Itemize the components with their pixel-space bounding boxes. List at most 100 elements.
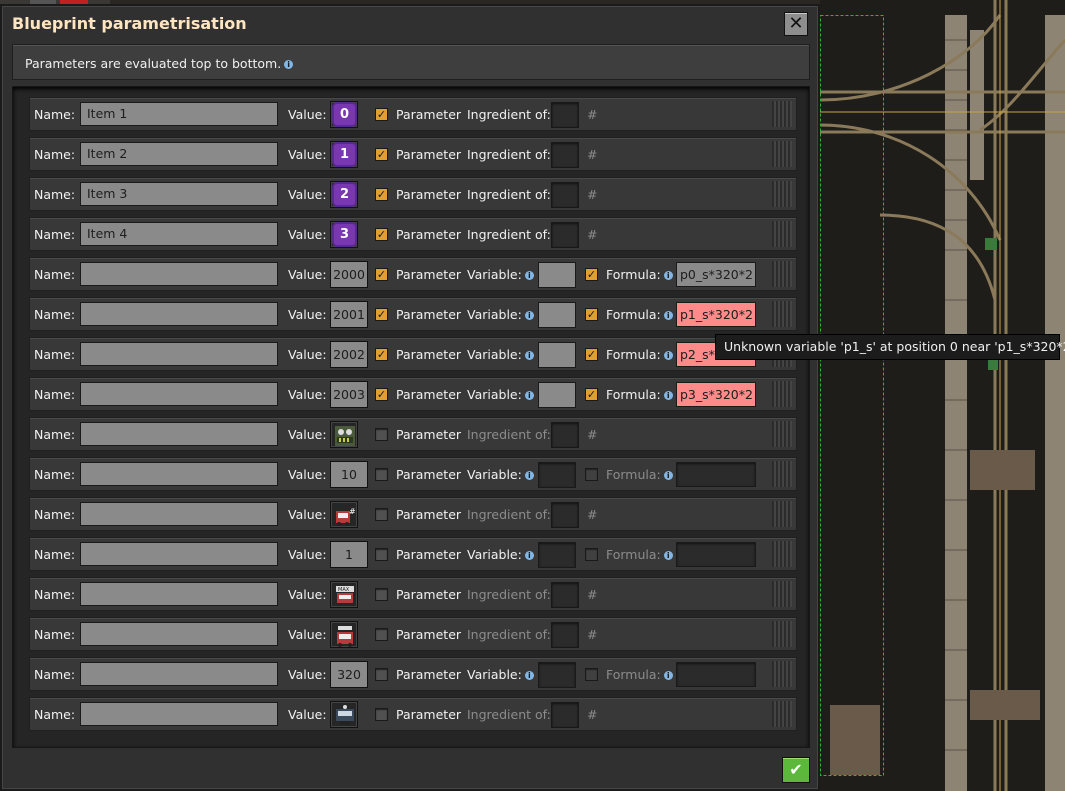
name-input[interactable]: Item 2 — [80, 142, 278, 166]
value-slot[interactable] — [330, 701, 358, 728]
drag-handle[interactable] — [772, 581, 792, 607]
info-icon[interactable]: i — [524, 271, 534, 280]
variable-input[interactable] — [538, 662, 576, 688]
variable-input[interactable] — [538, 542, 576, 568]
info-icon[interactable]: i — [663, 471, 673, 480]
formula-checkbox[interactable]: ✓ — [585, 308, 598, 321]
info-icon[interactable]: i — [524, 471, 534, 480]
ingredient-of-slot[interactable] — [551, 622, 579, 648]
variable-input[interactable] — [538, 342, 576, 368]
ingredient-of-slot[interactable] — [551, 102, 579, 128]
parameter-checkbox[interactable]: ✓ — [375, 348, 388, 361]
parameter-checkbox[interactable]: ✓ — [375, 108, 388, 121]
name-input[interactable] — [80, 582, 278, 606]
info-icon[interactable]: i — [524, 391, 534, 400]
parameter-checkbox[interactable] — [375, 708, 388, 721]
value-slot[interactable]: 3 — [330, 221, 358, 248]
info-icon[interactable]: i — [524, 671, 534, 680]
formula-checkbox[interactable] — [585, 668, 598, 681]
close-button[interactable]: ✕ — [784, 12, 808, 36]
ingredient-of-slot[interactable] — [551, 582, 579, 608]
variable-input[interactable] — [538, 262, 576, 288]
info-icon[interactable]: i — [663, 351, 673, 360]
drag-handle[interactable] — [772, 541, 792, 567]
parameter-checkbox[interactable]: ✓ — [375, 268, 388, 281]
drag-handle[interactable] — [772, 461, 792, 487]
ingredient-of-slot[interactable] — [551, 422, 579, 448]
formula-input[interactable] — [676, 542, 756, 567]
value-slot[interactable]: 0 — [330, 101, 358, 128]
parameter-checkbox[interactable] — [375, 508, 388, 521]
variable-input[interactable] — [538, 462, 576, 488]
value-number-field[interactable]: 10 — [330, 461, 368, 488]
formula-input[interactable] — [676, 662, 756, 687]
info-icon[interactable]: i — [663, 391, 673, 400]
value-slot[interactable]: 1 — [330, 141, 358, 168]
parameter-checkbox[interactable] — [375, 428, 388, 441]
info-icon[interactable]: i — [663, 271, 673, 280]
parameter-checkbox[interactable]: ✓ — [375, 388, 388, 401]
drag-handle[interactable] — [772, 261, 792, 287]
drag-handle[interactable] — [772, 421, 792, 447]
formula-input[interactable]: p1_s*320*2 — [676, 302, 756, 327]
value-slot[interactable]: # — [330, 501, 358, 528]
value-number-field[interactable]: 2003 — [330, 381, 368, 408]
name-input[interactable] — [80, 302, 278, 326]
parameter-checkbox[interactable] — [375, 628, 388, 641]
formula-input[interactable]: p3_s*320*2 — [676, 382, 756, 407]
name-input[interactable]: Item 1 — [80, 102, 278, 126]
info-icon[interactable]: i — [663, 551, 673, 560]
drag-handle[interactable] — [772, 661, 792, 687]
info-icon[interactable]: i — [663, 311, 673, 320]
name-input[interactable] — [80, 702, 278, 726]
ingredient-of-slot[interactable] — [551, 182, 579, 208]
name-input[interactable] — [80, 462, 278, 486]
drag-handle[interactable] — [772, 621, 792, 647]
parameter-checkbox[interactable]: ✓ — [375, 308, 388, 321]
drag-handle[interactable] — [772, 501, 792, 527]
value-number-field[interactable]: 320 — [330, 661, 368, 688]
info-icon[interactable]: i — [524, 551, 534, 560]
formula-checkbox[interactable] — [585, 468, 598, 481]
name-input[interactable] — [80, 622, 278, 646]
drag-handle[interactable] — [772, 181, 792, 207]
parameter-checkbox[interactable]: ✓ — [375, 188, 388, 201]
value-slot[interactable]: MAX — [330, 581, 358, 608]
value-number-field[interactable]: 2002 — [330, 341, 368, 368]
value-number-field[interactable]: 2000 — [330, 261, 368, 288]
value-slot[interactable] — [330, 621, 358, 648]
name-input[interactable] — [80, 422, 278, 446]
info-icon[interactable]: i — [524, 351, 534, 360]
parameter-checkbox[interactable]: ✓ — [375, 148, 388, 161]
ingredient-of-slot[interactable] — [551, 702, 579, 728]
drag-handle[interactable] — [772, 221, 792, 247]
name-input[interactable] — [80, 662, 278, 686]
value-number-field[interactable]: 1 — [330, 541, 368, 568]
variable-input[interactable] — [538, 302, 576, 328]
formula-input[interactable] — [676, 462, 756, 487]
drag-handle[interactable] — [772, 101, 792, 127]
ingredient-of-slot[interactable] — [551, 142, 579, 168]
name-input[interactable]: Item 3 — [80, 182, 278, 206]
variable-input[interactable] — [538, 382, 576, 408]
drag-handle[interactable] — [772, 701, 792, 727]
ingredient-of-slot[interactable] — [551, 222, 579, 248]
name-input[interactable] — [80, 342, 278, 366]
formula-checkbox[interactable] — [585, 548, 598, 561]
formula-input[interactable]: p0_s*320*2 — [676, 262, 756, 287]
drag-handle[interactable] — [772, 141, 792, 167]
confirm-button[interactable]: ✔ — [782, 757, 810, 783]
info-icon[interactable]: i — [284, 60, 294, 69]
value-number-field[interactable]: 2001 — [330, 301, 368, 328]
value-slot[interactable] — [330, 421, 358, 448]
drag-handle[interactable] — [772, 301, 792, 327]
name-input[interactable] — [80, 262, 278, 286]
name-input[interactable] — [80, 502, 278, 526]
parameter-checkbox[interactable] — [375, 468, 388, 481]
parameter-checkbox[interactable]: ✓ — [375, 228, 388, 241]
parameter-checkbox[interactable] — [375, 548, 388, 561]
value-slot[interactable]: 2 — [330, 181, 358, 208]
info-icon[interactable]: i — [524, 311, 534, 320]
parameter-checkbox[interactable] — [375, 668, 388, 681]
name-input[interactable] — [80, 542, 278, 566]
